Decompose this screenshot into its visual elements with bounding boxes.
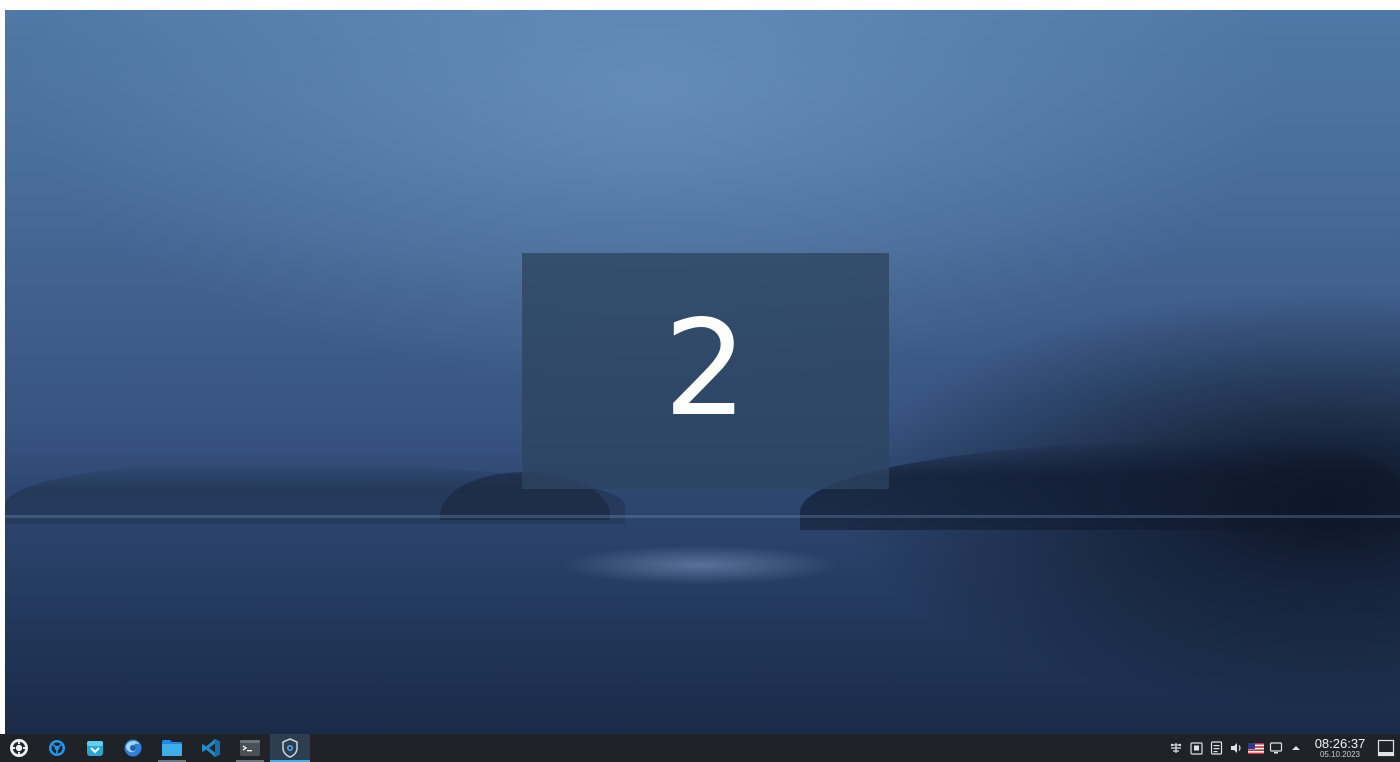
left-border: [0, 0, 5, 734]
show-desktop-button[interactable]: [1372, 734, 1400, 762]
clock-time: 08:26:37: [1314, 736, 1366, 751]
vscode-launcher[interactable]: [192, 734, 230, 762]
vpn-launcher[interactable]: [270, 734, 310, 762]
digital-clock[interactable]: 08:26:37 05.10.2023: [1312, 737, 1368, 759]
network-icon: [1170, 743, 1182, 753]
clock-date: 05.10.2023: [1319, 750, 1361, 759]
desktop-wallpaper: 2: [0, 0, 1400, 734]
browser-launcher[interactable]: [38, 734, 76, 762]
volume-tray-button[interactable]: [1226, 734, 1246, 762]
firefox-launcher[interactable]: [114, 734, 152, 762]
display-icon: [1269, 742, 1283, 754]
browser-icon: [49, 740, 65, 756]
notes-icon: [1210, 741, 1222, 755]
water-horizon: [5, 515, 1400, 518]
clipboard-tray-button[interactable]: [1186, 734, 1206, 762]
terminal-icon: [240, 740, 260, 756]
software-center-icon: [87, 741, 103, 756]
firefox-icon: [124, 739, 142, 757]
software-center-launcher[interactable]: [76, 734, 114, 762]
water-reflection: [560, 545, 840, 585]
network-tray-button[interactable]: [1166, 734, 1186, 762]
volume-icon: [1231, 743, 1241, 753]
app-launcher-icon: [10, 739, 28, 757]
show-desktop-icon: [1377, 739, 1395, 757]
vscode-icon: [202, 739, 220, 757]
expand-tray-button[interactable]: [1286, 734, 1306, 762]
keyboard-layout-flag-icon: [1248, 742, 1264, 754]
desktop-switch-osd: 2: [522, 253, 889, 489]
clipboard-icon: [1189, 742, 1203, 755]
vpn-shield-icon: [282, 738, 298, 758]
terminal-launcher[interactable]: [230, 734, 270, 762]
keyboard-layout-button[interactable]: [1246, 734, 1266, 762]
file-manager-launcher[interactable]: [152, 734, 192, 762]
desktop-number: 2: [663, 292, 748, 446]
notes-tray-button[interactable]: [1206, 734, 1226, 762]
system-tray: 08:26:37 05.10.2023: [1166, 734, 1400, 762]
display-tray-button[interactable]: [1266, 734, 1286, 762]
taskbar-panel: 08:26:37 05.10.2023: [0, 734, 1400, 762]
expand-tray-icon: [1292, 746, 1300, 750]
top-border: [0, 0, 1400, 10]
file-manager-icon: [162, 740, 182, 756]
app-launcher-button[interactable]: [0, 734, 38, 762]
